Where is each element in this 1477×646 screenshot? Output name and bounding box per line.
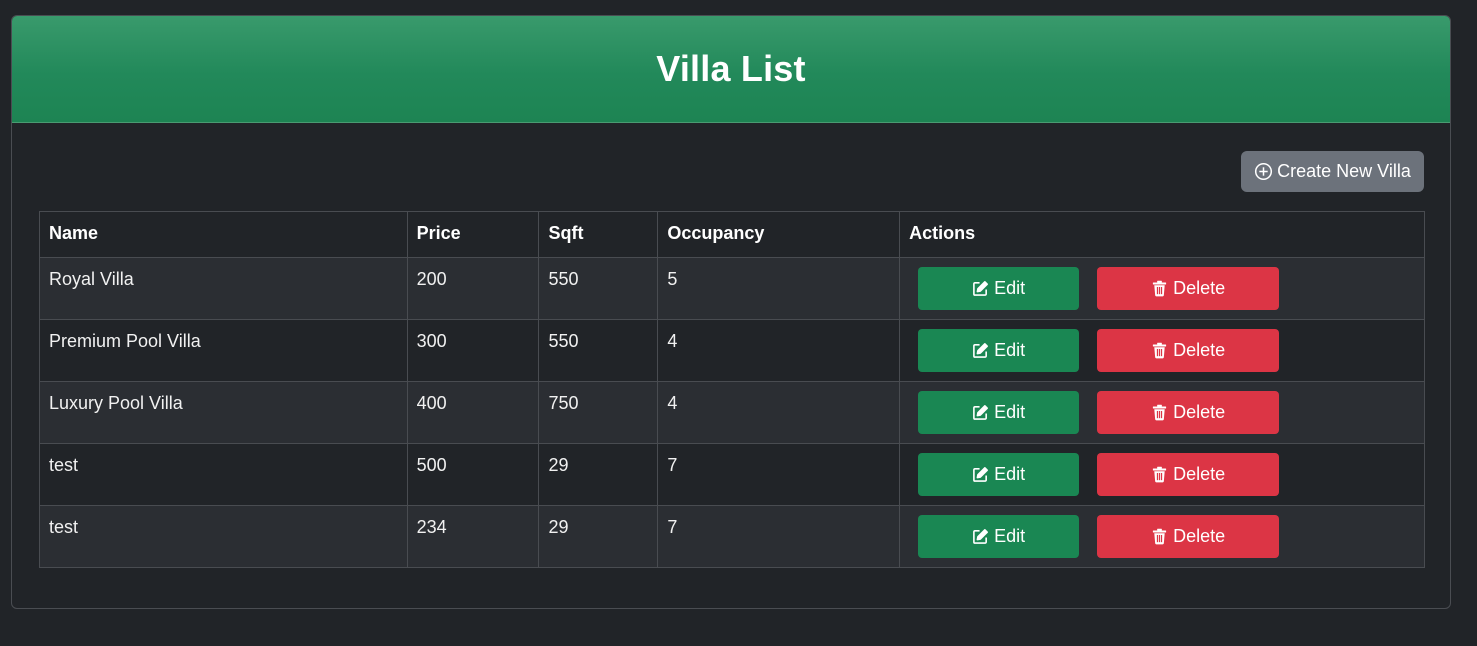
villa-occupancy-cell: 5 <box>657 257 901 320</box>
villa-occupancy-cell: 4 <box>657 381 901 444</box>
card-header: Villa List <box>12 16 1450 123</box>
delete-button[interactable]: Delete <box>1097 515 1280 558</box>
table-row: Luxury Pool Villa 400 750 4 Edit Delete <box>39 381 1425 444</box>
delete-button-label: Delete <box>1173 464 1226 484</box>
column-header-actions: Actions <box>899 211 1425 258</box>
villa-list-card: Villa List Create New Villa Name Price S… <box>11 15 1451 609</box>
row-actions: Edit Delete <box>918 267 1406 310</box>
villa-actions-cell: Edit Delete <box>899 319 1425 382</box>
villa-sqft-cell: 750 <box>538 381 659 444</box>
villa-actions-cell: Edit Delete <box>899 505 1425 568</box>
edit-button-label: Edit <box>994 464 1026 484</box>
create-new-villa-label: Create New Villa <box>1277 161 1411 181</box>
villa-actions-cell: Edit Delete <box>899 257 1425 320</box>
villa-name-cell: Premium Pool Villa <box>39 319 408 382</box>
edit-button[interactable]: Edit <box>918 329 1080 372</box>
villa-sqft-cell: 550 <box>538 257 659 320</box>
edit-button-label: Edit <box>994 278 1026 298</box>
table-header-row: Name Price Sqft Occupancy Actions <box>39 211 1425 258</box>
edit-button-label: Edit <box>994 526 1026 546</box>
villa-price-cell: 400 <box>406 381 540 444</box>
delete-button-label: Delete <box>1173 526 1226 546</box>
delete-button[interactable]: Delete <box>1097 267 1280 310</box>
villa-price-cell: 500 <box>406 443 540 506</box>
edit-button-label: Edit <box>994 402 1026 422</box>
edit-button[interactable]: Edit <box>918 391 1080 434</box>
plus-circle-icon <box>1254 162 1273 181</box>
create-new-villa-button[interactable]: Create New Villa <box>1241 151 1424 192</box>
table-row: test 234 29 7 Edit Delete <box>39 505 1425 568</box>
delete-button-label: Delete <box>1173 278 1226 298</box>
pencil-square-icon <box>972 342 989 359</box>
pencil-square-icon <box>972 466 989 483</box>
trash-icon <box>1151 280 1168 297</box>
delete-button-label: Delete <box>1173 402 1226 422</box>
table-row: test 500 29 7 Edit Delete <box>39 443 1425 506</box>
pencil-square-icon <box>972 404 989 421</box>
row-actions: Edit Delete <box>918 453 1406 496</box>
edit-button-label: Edit <box>994 340 1026 360</box>
edit-button[interactable]: Edit <box>918 267 1080 310</box>
villa-price-cell: 200 <box>406 257 540 320</box>
row-actions: Edit Delete <box>918 329 1406 372</box>
row-actions: Edit Delete <box>918 391 1406 434</box>
delete-button[interactable]: Delete <box>1097 391 1280 434</box>
trash-icon <box>1151 342 1168 359</box>
villa-occupancy-cell: 7 <box>657 505 901 568</box>
villa-price-cell: 234 <box>406 505 540 568</box>
page-title: Villa List <box>656 48 806 89</box>
trash-icon <box>1151 404 1168 421</box>
column-header-name: Name <box>39 211 408 258</box>
delete-button[interactable]: Delete <box>1097 453 1280 496</box>
villa-table: Name Price Sqft Occupancy Actions Royal … <box>39 211 1425 568</box>
villa-actions-cell: Edit Delete <box>899 443 1425 506</box>
villa-name-cell: test <box>39 505 408 568</box>
table-row: Royal Villa 200 550 5 Edit Delete <box>39 257 1425 320</box>
villa-name-cell: Luxury Pool Villa <box>39 381 408 444</box>
delete-button[interactable]: Delete <box>1097 329 1280 372</box>
villa-occupancy-cell: 4 <box>657 319 901 382</box>
villa-price-cell: 300 <box>406 319 540 382</box>
column-header-price: Price <box>406 211 540 258</box>
row-actions: Edit Delete <box>918 515 1406 558</box>
villa-occupancy-cell: 7 <box>657 443 901 506</box>
edit-button[interactable]: Edit <box>918 453 1080 496</box>
pencil-square-icon <box>972 528 989 545</box>
villa-sqft-cell: 550 <box>538 319 659 382</box>
column-header-occupancy: Occupancy <box>657 211 901 258</box>
edit-button[interactable]: Edit <box>918 515 1080 558</box>
villa-actions-cell: Edit Delete <box>899 381 1425 444</box>
villa-name-cell: test <box>39 443 408 506</box>
trash-icon <box>1151 528 1168 545</box>
trash-icon <box>1151 466 1168 483</box>
villa-sqft-cell: 29 <box>538 505 659 568</box>
column-header-sqft: Sqft <box>538 211 659 258</box>
delete-button-label: Delete <box>1173 340 1226 360</box>
villa-name-cell: Royal Villa <box>39 257 408 320</box>
pencil-square-icon <box>972 280 989 297</box>
table-row: Premium Pool Villa 300 550 4 Edit Delete <box>39 319 1425 382</box>
villa-sqft-cell: 29 <box>538 443 659 506</box>
